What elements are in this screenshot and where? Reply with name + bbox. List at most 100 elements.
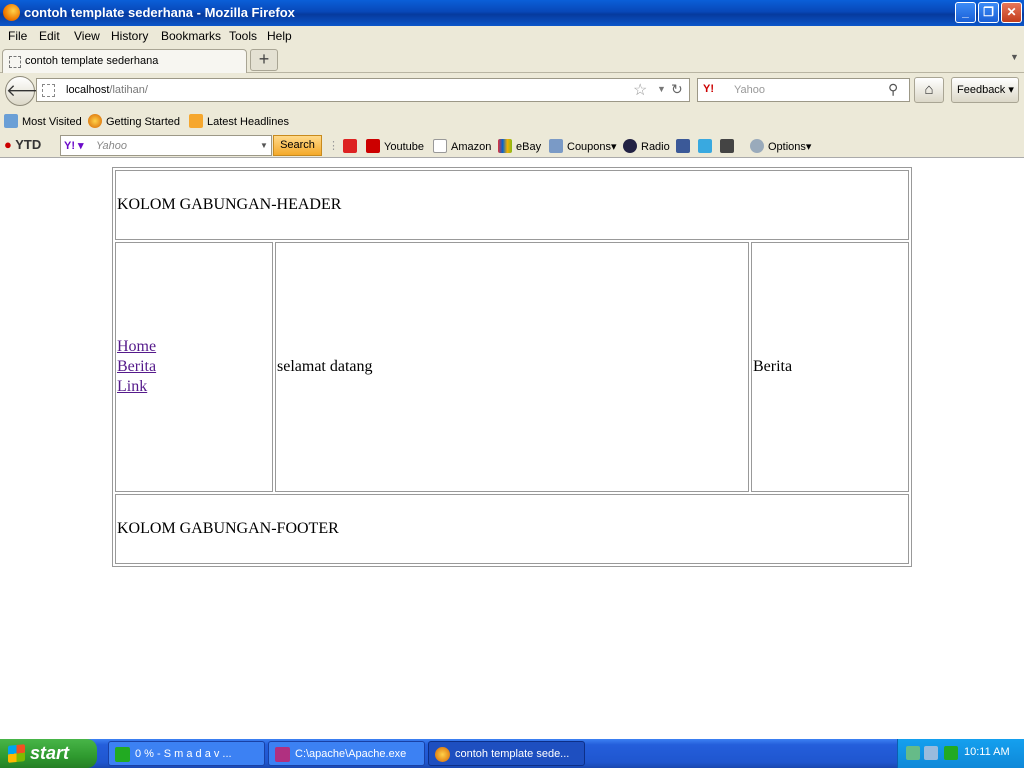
link-coupons[interactable]: Coupons▾ bbox=[549, 139, 617, 153]
link-radio[interactable]: Radio bbox=[623, 139, 670, 153]
search-box[interactable]: Y! Yahoo ⚲ bbox=[697, 78, 910, 102]
footer-text: KOLOM GABUNGAN-FOOTER bbox=[117, 520, 339, 537]
network-icon[interactable] bbox=[924, 746, 938, 760]
options-label: Options bbox=[768, 141, 806, 153]
menu-edit[interactable]: Edit bbox=[39, 29, 60, 43]
page-icon bbox=[9, 56, 21, 68]
window-title: contoh template sederhana - Mozilla Fire… bbox=[24, 5, 295, 20]
url-text: localhost/latihan/ bbox=[66, 84, 148, 96]
tab-contoh-template[interactable]: contoh template sederhana bbox=[2, 49, 247, 74]
youtube-icon bbox=[366, 139, 380, 153]
options-button[interactable]: Options▾ bbox=[750, 139, 811, 153]
search-placeholder: Yahoo bbox=[734, 84, 765, 96]
ytd-icon: ● bbox=[4, 137, 12, 152]
tab-label: contoh template sederhana bbox=[25, 55, 159, 67]
nav-link-link[interactable]: Link bbox=[117, 377, 147, 397]
main-cell: selamat datang bbox=[275, 242, 749, 492]
close-button[interactable]: ✕ bbox=[1001, 2, 1022, 23]
coupons-icon bbox=[549, 139, 563, 153]
minimize-button[interactable]: _ bbox=[955, 2, 976, 23]
start-button[interactable]: start bbox=[0, 739, 97, 768]
bookmark-label: Getting Started bbox=[106, 116, 180, 128]
new-tab-button[interactable]: + bbox=[250, 49, 278, 71]
layout-table: KOLOM GABUNGAN-HEADER Home Berita Link s… bbox=[112, 167, 912, 567]
header-text: KOLOM GABUNGAN-HEADER bbox=[117, 196, 342, 213]
bookmark-getting-started[interactable]: Getting Started bbox=[88, 114, 180, 128]
feedback-label: Feedback bbox=[957, 84, 1006, 96]
bookmark-latest-headlines[interactable]: Latest Headlines bbox=[189, 114, 289, 128]
facebook-icon[interactable] bbox=[676, 139, 694, 153]
smadav-tray-icon[interactable] bbox=[944, 746, 958, 760]
most-visited-icon bbox=[4, 114, 18, 128]
footer-cell: KOLOM GABUNGAN-FOOTER bbox=[115, 494, 909, 564]
right-cell: Berita bbox=[751, 242, 909, 492]
taskbar-firefox[interactable]: contoh template sede... bbox=[428, 741, 585, 766]
maximize-button[interactable]: ❐ bbox=[978, 2, 999, 23]
system-tray: 10:11 AM bbox=[897, 739, 1024, 768]
home-button[interactable]: ⌂ bbox=[914, 77, 944, 103]
header-cell: KOLOM GABUNGAN-HEADER bbox=[115, 170, 909, 240]
task-label: 0 % - S m a d a v ... bbox=[135, 748, 232, 760]
link-label: Youtube bbox=[384, 141, 424, 153]
yahoo-engine-icon[interactable]: Y! bbox=[703, 83, 714, 95]
nav-link-berita[interactable]: Berita bbox=[117, 357, 156, 377]
search-magnifier-icon[interactable]: ⚲ bbox=[888, 81, 898, 98]
link-ebay[interactable]: eBay bbox=[498, 139, 541, 153]
firefox-icon bbox=[435, 747, 450, 762]
menu-file[interactable]: File bbox=[8, 29, 27, 43]
back-button[interactable]: 🡐 bbox=[5, 76, 52, 106]
link-label: Amazon bbox=[451, 141, 492, 153]
amazon-icon bbox=[433, 139, 447, 153]
taskbar-apache[interactable]: C:\apache\Apache.exe bbox=[268, 741, 425, 766]
twitter-glyph-icon bbox=[698, 139, 712, 153]
nav-link-home[interactable]: Home bbox=[117, 337, 156, 357]
taskbar-smadav[interactable]: 0 % - S m a d a v ... bbox=[108, 741, 265, 766]
tray-app-icon[interactable] bbox=[906, 746, 920, 760]
menu-bookmarks[interactable]: Bookmarks bbox=[161, 29, 221, 43]
gear-icon bbox=[750, 139, 764, 153]
google-plus-icon[interactable] bbox=[720, 139, 738, 153]
clock: 10:11 AM bbox=[964, 746, 1010, 758]
ytd-search-input[interactable]: Y! ▾ Yahoo ▼ bbox=[60, 135, 272, 156]
url-path: /latihan/ bbox=[109, 84, 148, 96]
main-text: selamat datang bbox=[277, 358, 373, 375]
radio-icon bbox=[623, 139, 637, 153]
link-label: eBay bbox=[516, 141, 542, 153]
menu-history[interactable]: History bbox=[111, 29, 148, 43]
menu-help[interactable]: Help bbox=[267, 29, 292, 43]
download-icon[interactable] bbox=[343, 139, 361, 153]
windows-logo-icon bbox=[8, 744, 25, 763]
history-dropdown-icon[interactable]: ▼ bbox=[657, 84, 666, 94]
download-glyph-icon bbox=[343, 139, 357, 153]
menu-bar: File Edit View History Bookmarks Tools H… bbox=[0, 26, 1024, 46]
tab-strip: contoh template sederhana bbox=[0, 46, 1024, 74]
apache-feather-icon bbox=[275, 747, 290, 762]
task-label: contoh template sede... bbox=[455, 748, 570, 760]
tab-list-arrow-icon[interactable]: ▼ bbox=[1010, 52, 1019, 62]
link-amazon[interactable]: Amazon bbox=[433, 139, 491, 153]
title-bar[interactable]: contoh template sederhana - Mozilla Fire… bbox=[0, 0, 1024, 26]
ytd-logo[interactable]: ● YTD bbox=[4, 137, 41, 152]
google-plus-glyph-icon bbox=[720, 139, 734, 153]
site-identity-icon[interactable] bbox=[42, 84, 55, 97]
chevron-down-icon[interactable]: ▼ bbox=[260, 141, 268, 150]
ytd-search-placeholder: Yahoo bbox=[96, 140, 127, 152]
rss-icon bbox=[189, 114, 203, 128]
bookmark-label: Latest Headlines bbox=[207, 116, 289, 128]
ytd-toolbar: ● YTD Y! ▾ Yahoo ▼ Search ⋮ Youtube Amaz… bbox=[0, 132, 1024, 158]
twitter-icon[interactable] bbox=[698, 139, 716, 153]
link-label: Radio bbox=[641, 141, 670, 153]
bookmark-most-visited[interactable]: Most Visited bbox=[4, 114, 82, 128]
ebay-icon bbox=[498, 139, 512, 153]
taskbar: start 0 % - S m a d a v ... C:\apache\Ap… bbox=[0, 739, 1024, 768]
yahoo-engine-icon[interactable]: Y! ▾ bbox=[64, 139, 84, 152]
task-label: C:\apache\Apache.exe bbox=[295, 748, 407, 760]
menu-tools[interactable]: Tools bbox=[229, 29, 257, 43]
feedback-button[interactable]: Feedback ▾ bbox=[951, 77, 1019, 103]
link-youtube[interactable]: Youtube bbox=[366, 139, 424, 153]
reload-icon[interactable]: ↻ bbox=[671, 81, 683, 98]
bookmark-star-icon[interactable]: ☆ bbox=[633, 80, 647, 100]
address-bar[interactable]: localhost/latihan/ ☆ ▼ ↻ bbox=[36, 78, 690, 102]
ytd-search-button[interactable]: Search bbox=[273, 135, 322, 156]
menu-view[interactable]: View bbox=[74, 29, 100, 43]
